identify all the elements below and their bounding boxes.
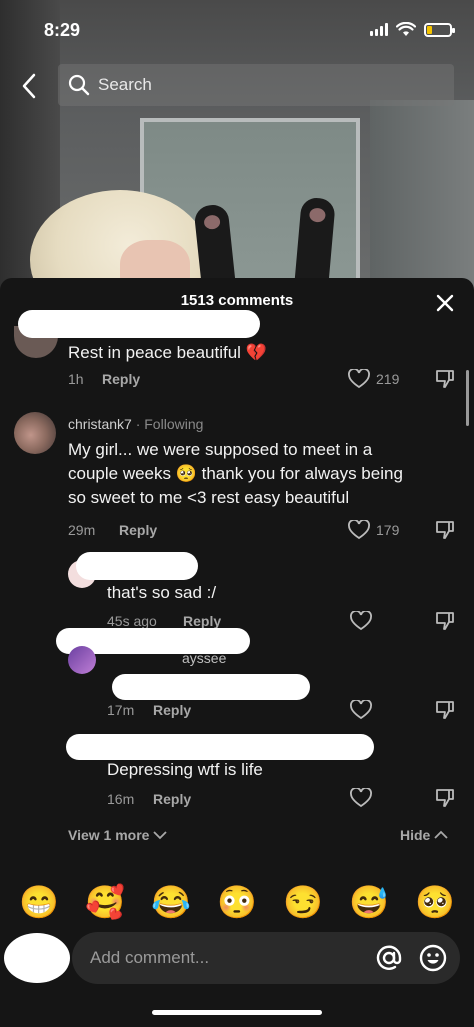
- status-icons: [370, 22, 455, 37]
- thumbs-down-icon: [436, 789, 454, 807]
- comment-username[interactable]: christank7 · Following: [68, 416, 203, 432]
- thumbs-down-icon: [436, 521, 454, 539]
- chevron-left-icon: [22, 73, 36, 99]
- comment-username[interactable]: ayssee: [182, 650, 226, 666]
- heart-icon: [348, 369, 370, 389]
- scrollbar[interactable]: [466, 370, 469, 426]
- hide-label: Hide: [400, 827, 431, 843]
- door-panel: [370, 100, 474, 290]
- comment-time: 29m: [68, 522, 96, 538]
- emoji-pleading[interactable]: 🥺: [415, 882, 455, 922]
- hide-replies-button[interactable]: Hide: [400, 827, 448, 843]
- dislike-button[interactable]: [434, 368, 456, 395]
- wifi-icon: [396, 22, 416, 36]
- comment-time: 17m: [107, 702, 135, 718]
- view-more-label: View 1 more: [68, 827, 150, 843]
- reply-button[interactable]: Reply: [102, 371, 140, 387]
- smiley-icon: [419, 944, 447, 972]
- at-sign-icon: [376, 945, 402, 970]
- redacted-text: [112, 674, 310, 700]
- redacted-username: [18, 310, 260, 338]
- dislike-button[interactable]: [434, 519, 456, 546]
- thumbs-down-icon: [436, 370, 454, 388]
- emoji-tears-of-joy[interactable]: 😂: [151, 882, 191, 922]
- emoji-flushed[interactable]: 😳: [217, 882, 257, 922]
- search-placeholder: Search: [98, 75, 152, 94]
- search-input[interactable]: Search: [58, 64, 454, 106]
- like-button[interactable]: [350, 788, 372, 808]
- thumbs-down-icon: [436, 701, 454, 719]
- emoji-sweat-smile[interactable]: 😅: [349, 882, 389, 922]
- dislike-button[interactable]: [434, 699, 456, 726]
- comment-text: My girl... we were supposed to meet in a…: [68, 440, 403, 507]
- dislike-button[interactable]: [434, 787, 456, 814]
- like-button[interactable]: [350, 611, 372, 631]
- comment-input[interactable]: Add comment...: [72, 932, 460, 984]
- like-button[interactable]: 219: [348, 369, 399, 389]
- reply-button[interactable]: Reply: [153, 702, 191, 718]
- cellular-signal-icon: [370, 23, 388, 36]
- comment-time: 1h: [68, 371, 84, 387]
- home-indicator[interactable]: [152, 1010, 322, 1015]
- like-button[interactable]: 179: [348, 520, 399, 540]
- back-button[interactable]: [14, 70, 44, 102]
- comment-text: Rest in peace beautiful 💔: [68, 343, 267, 362]
- view-more-replies-button[interactable]: View 1 more: [68, 827, 168, 843]
- mention-button[interactable]: [372, 941, 406, 975]
- chevron-down-icon: [153, 831, 168, 840]
- search-icon: [68, 74, 90, 96]
- comment-time: 45s ago: [107, 613, 157, 629]
- battery-icon: [424, 22, 455, 37]
- reply-button[interactable]: Reply: [183, 613, 221, 629]
- emoji-hearts[interactable]: 🥰: [85, 882, 125, 922]
- comments-count: 1513 comments: [180, 292, 294, 309]
- emoji-quick-bar: 😁 🥰 😂 😳 😏 😅 🥺: [0, 882, 474, 922]
- video-background[interactable]: [0, 0, 474, 290]
- avatar[interactable]: [14, 412, 56, 454]
- avatar[interactable]: [68, 646, 96, 674]
- heart-icon: [350, 788, 372, 808]
- comment-placeholder: Add comment...: [90, 948, 210, 967]
- status-time: 8:29: [44, 20, 81, 40]
- close-button[interactable]: [434, 292, 456, 314]
- redacted-username: [66, 734, 374, 760]
- emoji-picker-button[interactable]: [416, 941, 450, 975]
- like-button[interactable]: [350, 700, 372, 720]
- like-count: 219: [376, 371, 400, 387]
- emoji-smirk[interactable]: 😏: [283, 882, 323, 922]
- heart-icon: [348, 520, 370, 540]
- like-count: 179: [376, 522, 400, 538]
- close-icon: [436, 294, 454, 312]
- emoji-grin[interactable]: 😁: [19, 882, 59, 922]
- chevron-up-icon: [434, 830, 448, 839]
- comment-text: Depressing wtf is life: [107, 760, 263, 779]
- user-avatar-redacted: [4, 933, 70, 983]
- comment-time: 16m: [107, 791, 135, 807]
- thumbs-down-icon: [436, 612, 454, 630]
- reply-button[interactable]: Reply: [119, 522, 157, 538]
- heart-icon: [350, 700, 372, 720]
- comment-text: that's so sad :/: [107, 583, 217, 602]
- dislike-button[interactable]: [434, 610, 456, 637]
- reply-button[interactable]: Reply: [153, 791, 191, 807]
- heart-icon: [350, 611, 372, 631]
- redacted-username: [76, 552, 198, 580]
